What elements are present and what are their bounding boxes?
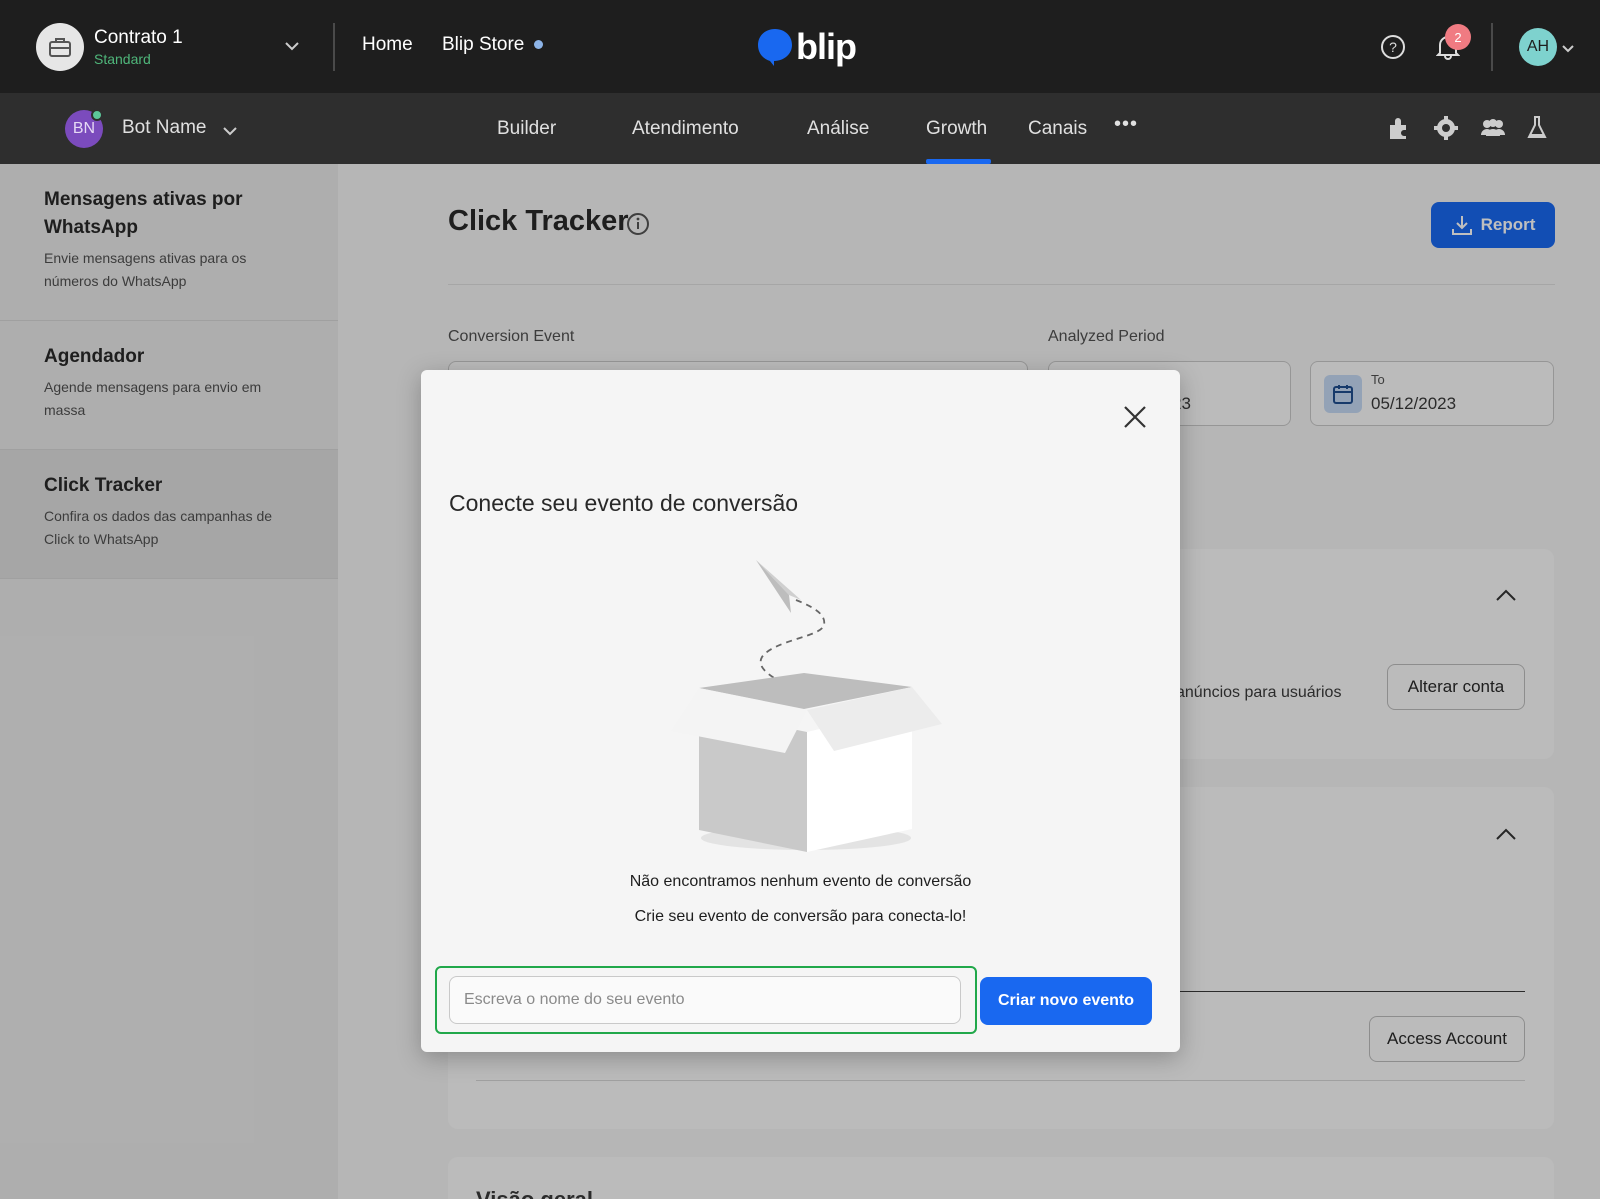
puzzle-icon[interactable] (1386, 115, 1412, 146)
bot-name[interactable]: Bot Name (122, 117, 206, 139)
user-avatar[interactable]: AH (1519, 28, 1557, 66)
close-icon[interactable] (1118, 400, 1152, 434)
more-options-icon[interactable]: ••• (1114, 113, 1138, 136)
connect-event-modal: Conecte seu evento de conversão Não enco… (421, 370, 1180, 1052)
blip-store-link[interactable]: Blip Store (442, 34, 544, 56)
event-input-highlight (435, 966, 977, 1034)
tab-atendimento[interactable]: Atendimento (632, 118, 739, 140)
chevron-down-icon[interactable] (284, 38, 300, 56)
tab-analise[interactable]: Análise (807, 118, 869, 140)
home-link[interactable]: Home (362, 34, 413, 56)
tab-growth[interactable]: Growth (926, 118, 987, 140)
team-icon[interactable] (1479, 115, 1507, 146)
briefcase-icon (36, 23, 84, 71)
modal-title: Conecte seu evento de conversão (449, 490, 799, 516)
event-name-input[interactable] (449, 976, 961, 1024)
help-icon[interactable]: ? (1380, 34, 1406, 65)
blip-logo-icon (758, 29, 792, 66)
create-event-button[interactable]: Criar novo evento (980, 977, 1152, 1025)
notification-badge: 2 (1445, 24, 1471, 50)
svg-text:?: ? (1389, 39, 1397, 55)
top-navigation-bar: Contrato 1 Standard Home Blip Store blip… (0, 0, 1600, 93)
divider (333, 23, 335, 71)
bot-navigation-bar: BN Bot Name Builder Atendimento Análise … (0, 93, 1600, 164)
blip-store-label: Blip Store (442, 34, 525, 55)
bot-status-dot (91, 109, 103, 121)
chevron-down-icon[interactable] (222, 123, 238, 141)
tab-builder[interactable]: Builder (497, 118, 556, 140)
empty-state-subtitle: Crie seu evento de conversão para conect… (634, 908, 967, 925)
blip-logo[interactable]: blip (756, 26, 857, 68)
gear-icon[interactable] (1433, 115, 1459, 146)
empty-box-illustration (661, 555, 951, 860)
store-status-dot (534, 40, 544, 50)
flask-icon[interactable] (1526, 115, 1548, 146)
contract-name: Contrato 1 (94, 27, 183, 48)
contract-selector[interactable]: Contrato 1 Standard (36, 23, 183, 71)
contract-plan: Standard (94, 51, 151, 67)
divider (1491, 23, 1493, 71)
empty-state-title: Não encontramos nenhum evento de convers… (629, 873, 972, 890)
logo-text: blip (796, 26, 857, 67)
tab-canais[interactable]: Canais (1028, 118, 1087, 140)
chevron-down-icon[interactable] (1561, 40, 1575, 58)
